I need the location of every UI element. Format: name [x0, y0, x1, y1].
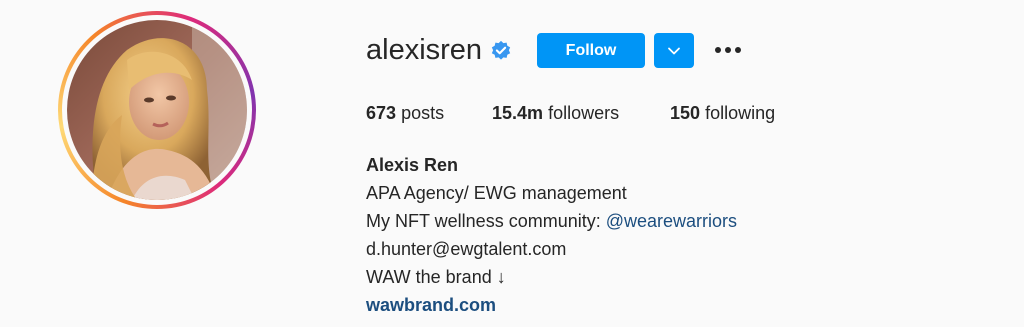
bio-line-brand: WAW the brand ↓ — [366, 267, 506, 287]
following-stat[interactable]: 150 following — [670, 102, 775, 124]
verified-badge-icon — [491, 40, 511, 60]
bio-line-community: My NFT wellness community: @wearewarrior… — [366, 207, 737, 235]
avatar-frame — [62, 15, 252, 205]
mention-link[interactable]: @wearewarriors — [606, 211, 737, 231]
bio-community-text: My NFT wellness community: — [366, 211, 606, 231]
bio: Alexis Ren APA Agency/ EWG management My… — [366, 151, 737, 319]
full-name: Alexis Ren — [366, 155, 459, 175]
chevron-down-icon — [668, 47, 680, 54]
avatar[interactable] — [67, 20, 247, 200]
following-label: following — [705, 103, 776, 123]
followers-label: followers — [548, 103, 620, 123]
story-ring[interactable] — [58, 11, 256, 209]
followers-count: 15.4m — [492, 103, 544, 123]
follow-button[interactable]: Follow — [537, 33, 645, 68]
more-options-icon — [715, 47, 741, 53]
following-count: 150 — [670, 103, 701, 123]
suggested-accounts-dropdown-button[interactable] — [654, 33, 694, 68]
bio-line-email: d.hunter@ewgtalent.com — [366, 239, 567, 259]
posts-count: 673 — [366, 103, 397, 123]
username: alexisren — [366, 34, 483, 66]
posts-stat[interactable]: 673 posts — [366, 102, 444, 124]
posts-label: posts — [401, 103, 445, 123]
profile-header: alexisren Follow 673 posts 15.4m followe… — [0, 0, 1024, 327]
avatar-photo — [67, 20, 247, 200]
website-link[interactable]: wawbrand.com — [366, 291, 737, 319]
followers-stat[interactable]: 15.4m followers — [492, 102, 619, 124]
bio-line-agency: APA Agency/ EWG management — [366, 183, 627, 203]
more-options-button[interactable] — [712, 38, 744, 62]
